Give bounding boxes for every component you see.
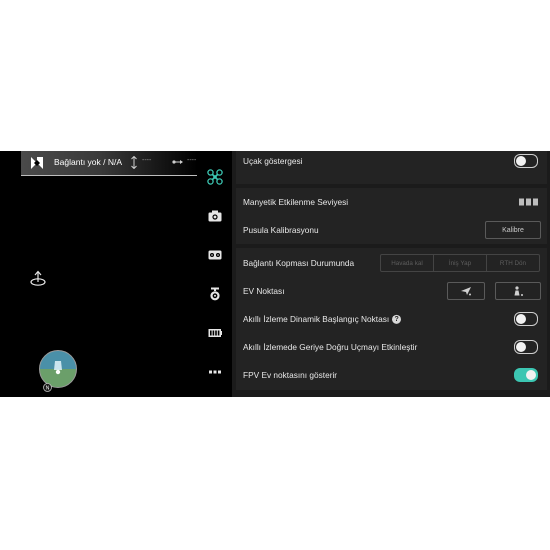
home-point-user-button[interactable] xyxy=(495,282,541,300)
aircraft-indicator-toggle[interactable] xyxy=(514,154,538,168)
home-point-label: EV Noktası xyxy=(243,286,285,296)
help-icon[interactable]: ? xyxy=(392,315,402,325)
takeoff-icon[interactable] xyxy=(28,268,48,288)
option-hover[interactable]: Havada kal xyxy=(381,255,434,271)
compass-calibration-label: Pusula Kalibrasyonu xyxy=(243,225,319,235)
dynamic-home-row: Akıllı İzleme Dinamik Başlangıç Noktası? xyxy=(236,305,547,333)
drone-icon xyxy=(207,169,223,185)
magnetic-interference-row: Manyetik Etkilenme Seviyesi xyxy=(236,188,547,216)
home-point-row: EV Noktası xyxy=(236,277,547,305)
tab-more[interactable] xyxy=(205,362,225,382)
settings-toolbar xyxy=(200,151,230,397)
camera-icon xyxy=(208,210,222,222)
magnetic-interference-label: Manyetik Etkilenme Seviyesi xyxy=(243,197,349,207)
settings-group-flight: Bağlantı Kopması Durumunda Havada kal İn… xyxy=(236,248,547,390)
dji-go-logo-icon[interactable] xyxy=(30,156,44,170)
lost-connection-row: Bağlantı Kopması Durumunda Havada kal İn… xyxy=(236,249,547,277)
svg-text:N: N xyxy=(46,386,50,392)
gimbal-icon xyxy=(210,287,220,301)
tab-camera[interactable] xyxy=(205,206,225,226)
aircraft-position-icon xyxy=(54,361,62,375)
home-point-aircraft-button[interactable] xyxy=(447,282,485,300)
aircraft-indicator-row: Uçak göstergesi xyxy=(236,151,547,175)
user-location-icon xyxy=(514,285,523,296)
backward-flight-row: Akıllı İzlemede Geriye Doğru Uçmayı Etki… xyxy=(236,333,547,361)
tab-aircraft[interactable] xyxy=(205,167,225,187)
tab-remote[interactable] xyxy=(205,245,225,265)
aircraft-settings-panel: Uçak göstergesi Manyetik Etkilenme Seviy… xyxy=(232,151,550,397)
lost-connection-label: Bağlantı Kopması Durumunda xyxy=(243,258,355,268)
settings-group-indicator: Uçak göstergesi xyxy=(236,151,547,184)
aircraft-location-icon xyxy=(461,287,471,296)
status-bar: Bağlantı yok / N/A ---- ---- xyxy=(21,151,197,176)
dynamic-home-label: Akıllı İzleme Dinamik Başlangıç Noktası? xyxy=(243,313,402,325)
aircraft-indicator-label: Uçak göstergesi xyxy=(243,156,303,166)
distance-icon xyxy=(172,160,183,164)
settings-group-compass: Manyetik Etkilenme Seviyesi Pusula Kalib… xyxy=(236,188,547,244)
remote-controller-icon xyxy=(208,250,222,260)
app-screen: Bağlantı yok / N/A ---- ---- N Uçak göst… xyxy=(0,151,550,397)
calibrate-button[interactable]: Kalibre xyxy=(485,221,541,239)
fpv-home-row: FPV Ev noktasını gösterir xyxy=(236,361,547,389)
toggle-knob xyxy=(526,370,536,380)
connection-status: Bağlantı yok / N/A xyxy=(54,157,123,167)
fpv-home-label: FPV Ev noktasını gösterir xyxy=(243,370,338,380)
option-rth[interactable]: RTH Dön xyxy=(487,255,539,271)
dynamic-home-text: Akıllı İzleme Dinamik Başlangıç Noktası xyxy=(243,313,390,324)
fpv-home-toggle[interactable] xyxy=(514,368,538,382)
lost-connection-options: Havada kal İniş Yap RTH Dön xyxy=(380,254,540,272)
tab-battery[interactable] xyxy=(205,323,225,343)
backward-flight-toggle[interactable] xyxy=(514,340,538,354)
compass-calibration-row: Pusula Kalibrasyonu Kalibre xyxy=(236,216,547,244)
altitude-arrow-icon xyxy=(131,156,137,169)
battery-icon xyxy=(208,329,222,337)
compass-north-icon: N xyxy=(43,383,52,392)
tab-gimbal[interactable] xyxy=(205,284,225,304)
camera-view: Bağlantı yok / N/A ---- ---- N xyxy=(0,151,232,397)
option-land[interactable]: İniş Yap xyxy=(434,255,487,271)
distance-value: ---- xyxy=(187,157,197,164)
toggle-knob xyxy=(516,314,526,324)
magnetic-level-indicator xyxy=(519,198,538,206)
toggle-knob xyxy=(516,156,526,166)
backward-flight-label: Akıllı İzlemede Geriye Doğru Uçmayı Etki… xyxy=(243,342,418,352)
altitude-value: ---- xyxy=(142,157,152,164)
more-icon xyxy=(209,370,221,374)
toggle-knob xyxy=(516,342,526,352)
dynamic-home-toggle[interactable] xyxy=(514,312,538,326)
